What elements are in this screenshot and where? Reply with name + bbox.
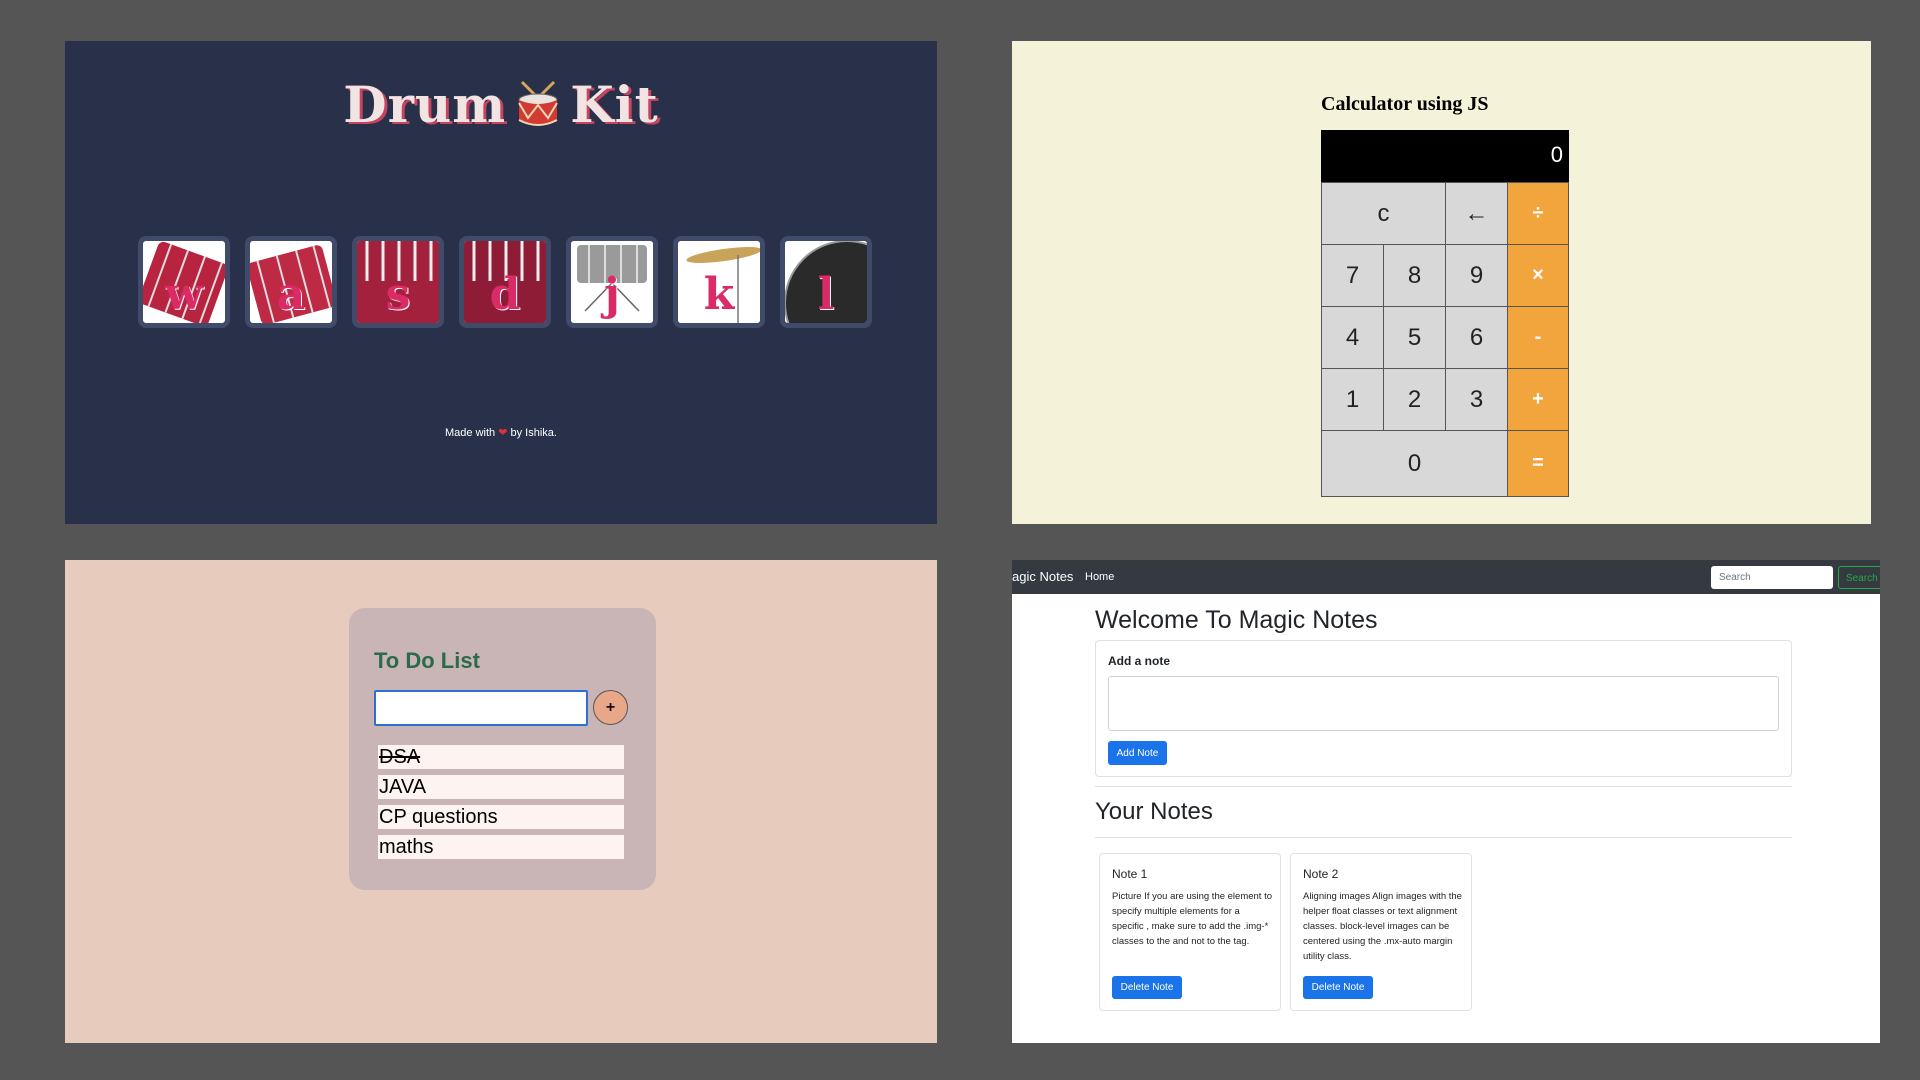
calculator-panel: Calculator using JS 0 c ← ÷ 7 8 9 × 4 5 … <box>1012 41 1871 524</box>
digit-8-button[interactable]: 8 <box>1383 244 1446 307</box>
equals-button[interactable]: = <box>1507 430 1569 497</box>
drum-kit-panel: Drum Kit w a s d j k l Made with ❤ by Is… <box>65 41 937 524</box>
note-text: Picture If you are using the element to … <box>1112 891 1273 947</box>
divider <box>1095 837 1792 838</box>
search-button[interactable]: Search <box>1838 566 1880 589</box>
todo-list: DSA JAVA CP questions maths <box>378 745 624 865</box>
title-word-kit: Kit <box>570 75 659 134</box>
digit-2-button[interactable]: 2 <box>1383 368 1446 431</box>
add-note-button[interactable]: Add Note <box>1108 741 1167 765</box>
drum-key-a[interactable]: a <box>245 236 337 328</box>
add-todo-button[interactable]: + <box>593 690 628 725</box>
your-notes-heading: Your Notes <box>1095 798 1213 825</box>
drum-key-s[interactable]: s <box>352 236 444 328</box>
key-letter: a <box>276 269 306 320</box>
footer-text: Made with <box>445 427 496 439</box>
nav-home-link[interactable]: Home <box>1085 571 1114 583</box>
digit-4-button[interactable]: 4 <box>1321 306 1384 369</box>
key-letter: w <box>165 269 203 320</box>
todo-item[interactable]: maths <box>378 835 624 859</box>
clear-button[interactable]: c <box>1321 182 1446 245</box>
key-letter: k <box>703 269 735 320</box>
drum-keys: w a s d j k l <box>138 236 878 328</box>
drum-key-w[interactable]: w <box>138 236 230 328</box>
note-card: Note 2 Aligning images Align images with… <box>1290 853 1472 1011</box>
magic-notes-panel: agic Notes Home Search Search Welcome To… <box>1012 560 1880 1043</box>
todo-panel: To Do List + DSA JAVA CP questions maths <box>65 560 937 1043</box>
note-title: Note 2 <box>1303 867 1339 881</box>
drum-key-l[interactable]: l <box>780 236 872 328</box>
key-letter: j <box>604 269 620 320</box>
drum-key-k[interactable]: k <box>673 236 765 328</box>
drum-kit-title: Drum Kit <box>65 75 937 134</box>
title-word-drum: Drum <box>343 75 507 134</box>
navbar-brand[interactable]: agic Notes <box>1012 569 1073 584</box>
digit-0-button[interactable]: 0 <box>1321 430 1508 497</box>
delete-note-button[interactable]: Delete Note <box>1303 976 1373 999</box>
digit-7-button[interactable]: 7 <box>1321 244 1384 307</box>
add-note-card: Add a note Add Note <box>1095 640 1792 777</box>
key-letter: l <box>817 269 835 320</box>
digit-9-button[interactable]: 9 <box>1445 244 1508 307</box>
digit-5-button[interactable]: 5 <box>1383 306 1446 369</box>
note-card: Note 1 Picture If you are using the elem… <box>1099 853 1281 1011</box>
navbar: agic Notes Home Search Search <box>1012 560 1880 594</box>
note-textarea[interactable] <box>1108 676 1779 731</box>
drum-key-j[interactable]: j <box>566 236 658 328</box>
search-input[interactable]: Search <box>1711 566 1833 589</box>
key-letter: s <box>385 269 411 320</box>
digit-6-button[interactable]: 6 <box>1445 306 1508 369</box>
todo-item[interactable]: DSA <box>378 745 624 769</box>
plus-button[interactable]: + <box>1507 368 1569 431</box>
page-title: Welcome To Magic Notes <box>1095 606 1378 634</box>
drum-key-d[interactable]: d <box>459 236 551 328</box>
todo-item[interactable]: JAVA <box>378 775 624 799</box>
todo-input[interactable] <box>374 690 588 726</box>
drum-kit-footer: Made with ❤ by Ishika. <box>65 426 937 439</box>
calculator-body: 0 c ← ÷ 7 8 9 × 4 5 6 - 1 2 3 + 0 = <box>1321 130 1569 497</box>
footer-author: by Ishika. <box>510 427 557 439</box>
todo-card: To Do List + DSA JAVA CP questions maths <box>349 608 656 890</box>
drum-icon <box>516 80 560 128</box>
todo-title: To Do List <box>374 648 480 673</box>
todo-item[interactable]: CP questions <box>378 805 624 829</box>
divide-button[interactable]: ÷ <box>1507 182 1569 245</box>
heart-icon: ❤ <box>498 427 508 439</box>
multiply-button[interactable]: × <box>1507 244 1569 307</box>
backspace-button[interactable]: ← <box>1445 182 1508 245</box>
calculator-title: Calculator using JS <box>1321 93 1489 115</box>
note-text: Aligning images Align images with the he… <box>1303 891 1462 962</box>
key-letter: d <box>489 269 521 320</box>
divider <box>1095 786 1792 787</box>
note-title: Note 1 <box>1112 867 1148 881</box>
add-note-label: Add a note <box>1108 654 1170 668</box>
digit-3-button[interactable]: 3 <box>1445 368 1508 431</box>
calculator-display: 0 <box>1321 130 1569 182</box>
digit-1-button[interactable]: 1 <box>1321 368 1384 431</box>
minus-button[interactable]: - <box>1507 306 1569 369</box>
delete-note-button[interactable]: Delete Note <box>1112 976 1182 999</box>
